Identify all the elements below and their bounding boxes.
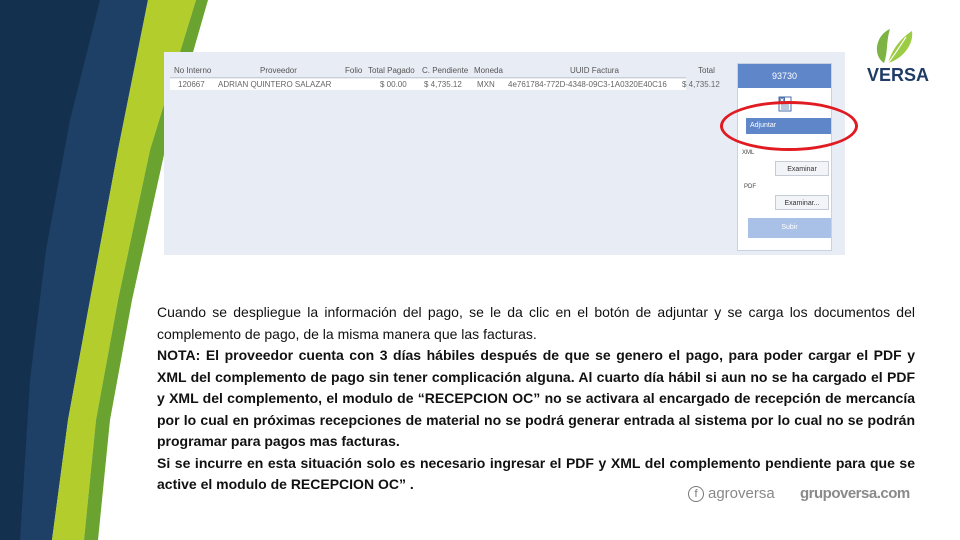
versa-logo-text: VERSA (866, 65, 929, 85)
col-no-interno: No Interno (174, 66, 212, 75)
col-moneda: Moneda (474, 66, 503, 75)
footer-brands: f agroversa grupoversa.com (688, 484, 928, 506)
payments-table-header: No Interno Proveedor Folio Total Pagado … (170, 66, 715, 78)
note-paragraph: NOTA: El proveedor cuenta con 3 días háb… (157, 347, 915, 449)
upload-button[interactable]: Subir (748, 218, 831, 238)
order-number-button[interactable]: 93730 (738, 64, 831, 88)
cell-uuid-factura: 4e761784-772D-4348-09C3-1A0320E40C16 (508, 80, 667, 89)
instructions-text: Cuando se despliegue la información del … (157, 302, 915, 496)
col-total: Total (698, 66, 715, 75)
cell-total: $ 4,735.12 (682, 80, 720, 89)
attach-panel: 93730 Adjuntar XML Examinar PDF Examinar… (737, 63, 832, 251)
cell-proveedor: ADRIAN QUINTERO SALAZAR (218, 80, 332, 89)
cell-c-pendiente: $ 4,735.12 (424, 80, 462, 89)
pdf-label: PDF (744, 184, 756, 190)
col-proveedor: Proveedor (260, 66, 297, 75)
embedded-screenshot: No Interno Proveedor Folio Total Pagado … (164, 52, 845, 255)
col-total-pagado: Total Pagado (368, 66, 415, 75)
grupoversa-link[interactable]: grupoversa.com (800, 485, 910, 502)
cell-no-interno: 120667 (178, 80, 205, 89)
col-c-pendiente: C. Pendiente (422, 66, 469, 75)
col-uuid-factura: UUID Factura (570, 66, 619, 75)
cell-total-pagado: $ 00.00 (380, 80, 407, 89)
facebook-icon[interactable]: f (688, 486, 704, 502)
pdf-browse-button[interactable]: Examinar... (775, 195, 829, 210)
table-row[interactable]: 120667 ADRIAN QUINTERO SALAZAR $ 00.00 $… (170, 79, 720, 90)
instruction-paragraph: Cuando se despliegue la información del … (157, 304, 915, 342)
agroversa-link[interactable]: agroversa (708, 485, 775, 502)
xml-browse-button[interactable]: Examinar (775, 161, 829, 176)
col-folio: Folio (345, 66, 363, 75)
highlight-ellipse (720, 101, 858, 151)
cell-moneda: MXN (477, 80, 495, 89)
leaf-icon (876, 29, 913, 64)
xml-label: XML (742, 150, 755, 156)
versa-logo: VERSA (862, 25, 934, 87)
